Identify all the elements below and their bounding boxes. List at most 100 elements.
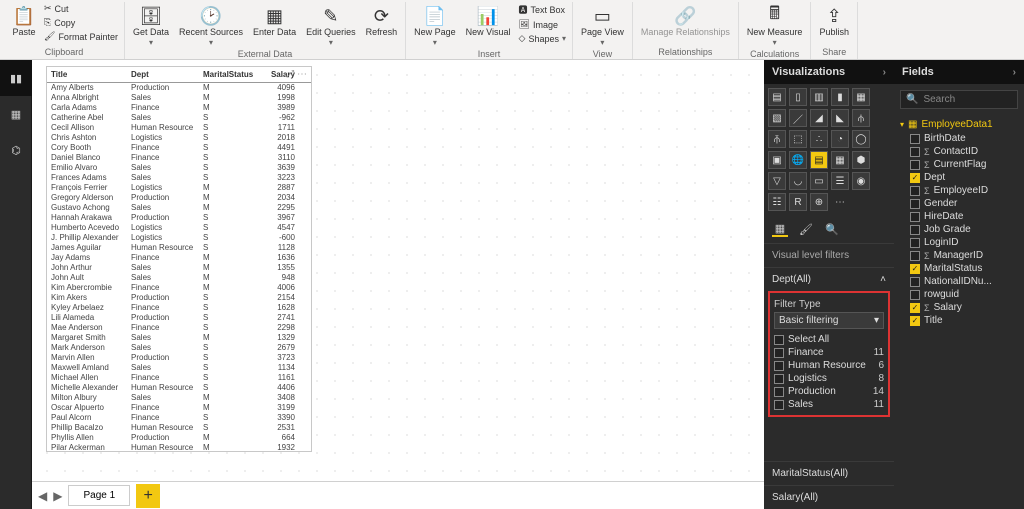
table-row[interactable]: Daniel BlancoFinanceS3110 [47, 153, 311, 163]
table-row[interactable]: Carla AdamsFinanceM3989 [47, 103, 311, 113]
viz-clustered-col[interactable]: ▮ [831, 88, 849, 106]
filter-option[interactable]: Human Resource6 [774, 359, 884, 372]
field-item[interactable]: ΣSalary [900, 301, 1018, 314]
viz-stacked-bar[interactable]: ▤ [768, 88, 786, 106]
filter-option[interactable]: Production14 [774, 385, 884, 398]
table-row[interactable]: Paul AlcornFinanceS3390 [47, 413, 311, 423]
viz-scatter[interactable]: ∴ [810, 130, 828, 148]
table-row[interactable]: Oscar AlpuertoFinanceM3199 [47, 403, 311, 413]
table-row[interactable]: Mae AndersonFinanceS2298 [47, 323, 311, 333]
viz-stacked-col[interactable]: ▯ [789, 88, 807, 106]
viz-clustered-bar[interactable]: ▥ [810, 88, 828, 106]
viz-matrix[interactable]: ▦ [831, 151, 849, 169]
table-row[interactable]: J. Phillip AlexanderLogisticsS-600 [47, 233, 311, 243]
viz-table[interactable]: ▤ [810, 151, 828, 169]
filter-option[interactable]: Sales11 [774, 398, 884, 411]
model-view-tab[interactable]: ⌬ [0, 132, 32, 168]
viz-waterfall[interactable]: ⬚ [789, 130, 807, 148]
report-view-tab[interactable]: ▮▮ [0, 60, 32, 96]
salary-filter-header[interactable]: Salary(All) [764, 485, 894, 509]
visual-options[interactable]: ⤢ ⋯ [286, 69, 307, 80]
field-item[interactable]: Dept [900, 171, 1018, 184]
viz-100bar[interactable]: ▦ [852, 88, 870, 106]
viz-kpi[interactable]: ◉ [852, 172, 870, 190]
table-row[interactable]: Jay AdamsFinanceM1636 [47, 253, 311, 263]
dept-filter-header[interactable]: Dept(All)˄ [764, 267, 894, 291]
viz-combo2[interactable]: ⫚ [768, 130, 786, 148]
viz-map[interactable]: 🌐 [789, 151, 807, 169]
image-button[interactable]: 🖼Image [517, 18, 568, 31]
marital-filter-header[interactable]: MaritalStatus(All) [764, 461, 894, 485]
field-item[interactable]: MaritalStatus [900, 262, 1018, 275]
table-row[interactable]: Amy AlbertsProductionM4096 [47, 83, 311, 93]
viz-filled-map[interactable]: ⬢ [852, 151, 870, 169]
table-row[interactable]: Chris AshtonLogisticsS2018 [47, 133, 311, 143]
field-item[interactable]: Title [900, 314, 1018, 327]
table-row[interactable]: Emilio AlvaroSalesS3639 [47, 163, 311, 173]
table-row[interactable]: François FerrierLogisticsM2887 [47, 183, 311, 193]
shapes-button[interactable]: ◇Shapes [517, 32, 568, 45]
table-row[interactable]: Frances AdamsSalesS3223 [47, 173, 311, 183]
table-row[interactable]: John AultSalesM948 [47, 273, 311, 283]
viz-treemap[interactable]: ▣ [768, 151, 786, 169]
edit-queries-button[interactable]: ✎Edit Queries [302, 2, 360, 49]
viz-100col[interactable]: ▧ [768, 109, 786, 127]
field-item[interactable]: LoginID [900, 236, 1018, 249]
add-page-button[interactable]: + [136, 484, 160, 508]
text-box-button[interactable]: 🅰Text Box [517, 2, 568, 17]
viz-card[interactable]: ▭ [810, 172, 828, 190]
format-painter-button[interactable]: 🖌Format Painter [42, 30, 120, 43]
table-row[interactable]: Kyley ArbelaezFinanceS1628 [47, 303, 311, 313]
field-item[interactable]: ΣEmployeeID [900, 184, 1018, 197]
copy-button[interactable]: ⎘Copy [42, 16, 120, 29]
field-item[interactable]: HireDate [900, 210, 1018, 223]
cut-button[interactable]: ✂Cut [42, 2, 120, 15]
recent-sources-button[interactable]: 🕑Recent Sources [175, 2, 247, 49]
table-row[interactable]: Michael AllenFinanceS1161 [47, 373, 311, 383]
table-row[interactable]: Anna AlbrightSalesM1998 [47, 93, 311, 103]
table-row[interactable]: Kim AkersProductionS2154 [47, 293, 311, 303]
fields-tab-icon[interactable]: ▦ [772, 221, 788, 237]
viz-more[interactable]: ⋯ [831, 193, 849, 211]
viz-slicer[interactable]: ☷ [768, 193, 786, 211]
visualizations-header[interactable]: Visualizations› [764, 60, 894, 84]
table-row[interactable]: Humberto AcevedoLogisticsS4547 [47, 223, 311, 233]
table-row[interactable]: Milton AlburySalesM3408 [47, 393, 311, 403]
field-item[interactable]: ΣCurrentFlag [900, 158, 1018, 171]
report-canvas[interactable]: ⤢ ⋯ Title Dept MaritalStatus Salary Amy … [32, 60, 764, 509]
field-item[interactable]: ΣContactID [900, 145, 1018, 158]
viz-line[interactable]: ／ [789, 109, 807, 127]
new-visual-button[interactable]: 📊New Visual [462, 2, 515, 49]
viz-pie[interactable]: ◔ [831, 130, 849, 148]
manage-relationships-button[interactable]: 🔗Manage Relationships [637, 2, 734, 40]
page-prev[interactable]: ◀ [38, 489, 47, 503]
table-row[interactable]: Marvin AllenProductionS3723 [47, 353, 311, 363]
field-item[interactable]: ΣManagerID [900, 249, 1018, 262]
table-row[interactable]: Mark AndersonSalesS2679 [47, 343, 311, 353]
viz-stacked-area[interactable]: ◣ [831, 109, 849, 127]
table-row[interactable]: Cecil AllisonHuman ResourceS1711 [47, 123, 311, 133]
enter-data-button[interactable]: ▦Enter Data [249, 2, 300, 49]
viz-r[interactable]: R [789, 193, 807, 211]
table-row[interactable]: James AguilarHuman ResourceS1128 [47, 243, 311, 253]
table-row[interactable]: Kim AbercrombieFinanceM4006 [47, 283, 311, 293]
fields-search[interactable]: 🔍 Search [900, 90, 1018, 109]
table-row[interactable]: Phillip BacalzoHuman ResourceS2531 [47, 423, 311, 433]
new-measure-button[interactable]: 🖩New Measure [743, 2, 807, 49]
table-row[interactable]: Phyllis AllenProductionM664 [47, 433, 311, 443]
table-row[interactable]: Pilar AckermanHuman ResourceM1932 [47, 443, 311, 452]
table-row[interactable]: Gustavo AchongSalesM2295 [47, 203, 311, 213]
table-row[interactable]: Lili AlamedaProductionS2741 [47, 313, 311, 323]
data-view-tab[interactable]: ▦ [0, 96, 32, 132]
filter-option[interactable]: Finance11 [774, 346, 884, 359]
get-data-button[interactable]: 🗄Get Data [129, 2, 173, 49]
refresh-button[interactable]: ⟳Refresh [362, 2, 402, 49]
format-tab-icon[interactable]: 🖌 [798, 221, 814, 237]
viz-gauge[interactable]: ◡ [789, 172, 807, 190]
fields-header[interactable]: Fields› [894, 60, 1024, 84]
table-row[interactable]: John ArthurSalesM1355 [47, 263, 311, 273]
table-row[interactable]: Hannah ArakawaProductionS3967 [47, 213, 311, 223]
table-row[interactable]: Catherine AbelSalesS-962 [47, 113, 311, 123]
table-row[interactable]: Gregory AldersonProductionM2034 [47, 193, 311, 203]
analytics-tab-icon[interactable]: 🔍 [824, 221, 840, 237]
